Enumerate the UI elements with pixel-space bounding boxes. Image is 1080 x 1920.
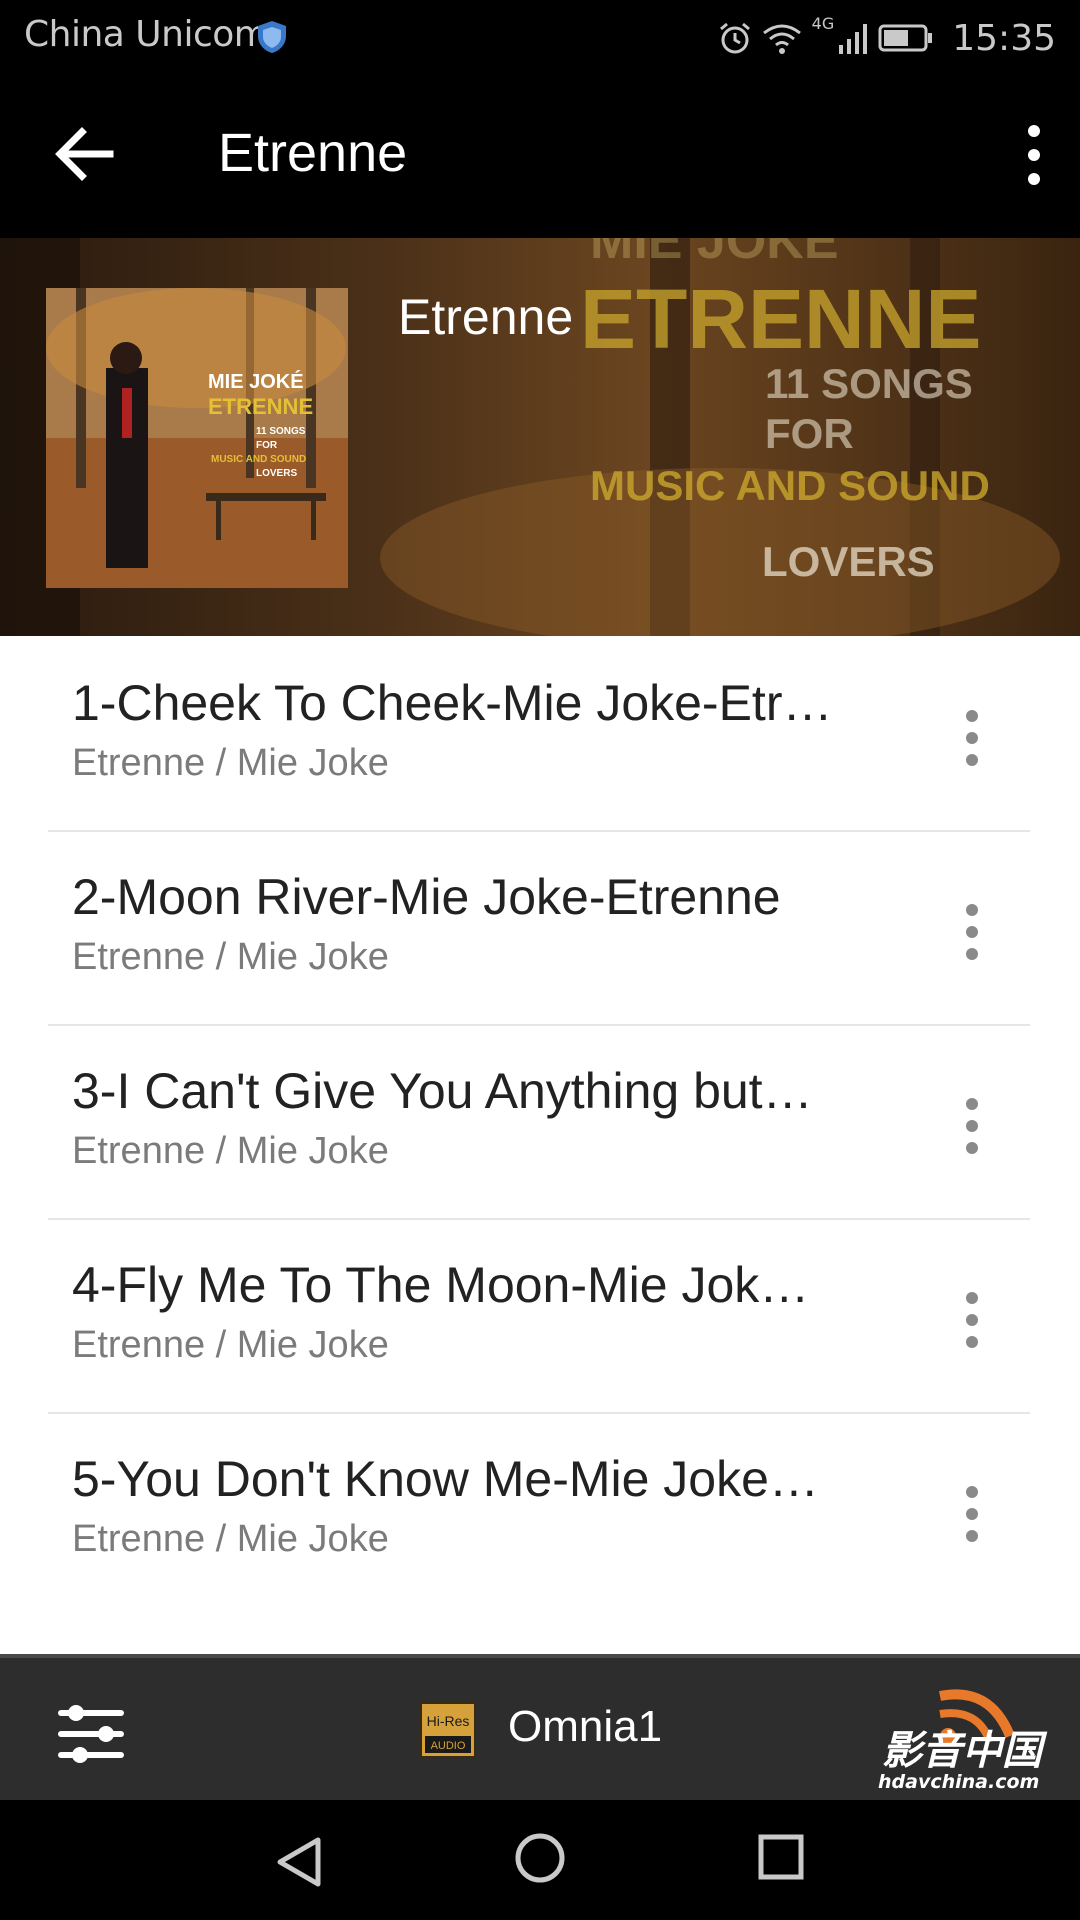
track-item[interactable]: 3-I Can't Give You Anything but… Etrenne… [0, 1024, 1080, 1218]
cover-line1: 11 SONGS [256, 426, 306, 437]
status-time: 15:35 [952, 17, 1056, 59]
equalizer-icon[interactable] [58, 1700, 124, 1768]
status-icons: 4G 15:35 [718, 14, 1056, 62]
more-vertical-icon[interactable] [952, 1094, 992, 1158]
player-bar: Hi-Res AUDIO Omnia1 影音中国 hdavchina.com [0, 1654, 1080, 1800]
track-title: 5-You Don't Know Me-Mie Joke… [72, 1451, 819, 1507]
track-item[interactable]: 4-Fly Me To The Moon-Mie Jok… Etrenne / … [0, 1218, 1080, 1412]
navigation-bar [0, 1800, 1080, 1920]
bg-text-top: MIE JOKE [590, 238, 839, 270]
app-bar: Etrenne [0, 76, 1080, 238]
track-list: 1-Cheek To Cheek-Mie Joke-Etr… Etrenne /… [0, 636, 1080, 1654]
alarm-icon [719, 22, 750, 54]
page-title: Etrenne [218, 123, 408, 183]
bg-text-album: ETRENNE [580, 272, 981, 366]
hires-badge-text: Hi-Res [427, 1713, 470, 1729]
wifi-icon [762, 24, 801, 54]
cover-line3: MUSIC AND SOUND [211, 454, 306, 465]
track-subtitle: Etrenne / Mie Joke [72, 1130, 389, 1172]
bg-text-line3: MUSIC AND SOUND [590, 462, 990, 509]
track-subtitle: Etrenne / Mie Joke [72, 1518, 389, 1560]
nav-recents-icon[interactable] [758, 1834, 804, 1880]
bg-text-line4: LOVERS [762, 538, 935, 585]
hires-audio-icon: Hi-Res AUDIO [420, 1702, 476, 1758]
carrier-name: China Unicom [24, 14, 269, 55]
track-item[interactable]: 1-Cheek To Cheek-Mie Joke-Etr… Etrenne /… [0, 636, 1080, 830]
nav-back-icon[interactable] [272, 1834, 326, 1890]
cover-line2: FOR [256, 440, 278, 451]
track-subtitle: Etrenne / Mie Joke [72, 742, 389, 784]
album-title: Etrenne [398, 289, 574, 345]
signal-icon [839, 24, 868, 54]
device-name[interactable]: Omnia1 [508, 1702, 662, 1752]
cover-artist: MIE JOKÉ [208, 370, 304, 393]
track-item[interactable]: 5-You Don't Know Me-Mie Joke… Etrenne / … [0, 1412, 1080, 1606]
album-header: MIE JOKE ETRENNE 11 SONGS FOR MUSIC AND … [0, 238, 1080, 636]
nav-home-icon[interactable] [514, 1832, 566, 1884]
watermark-url: hdavchina.com [878, 1771, 1039, 1793]
track-title: 2-Moon River-Mie Joke-Etrenne [72, 869, 781, 925]
cover-album: ETRENNE [208, 394, 313, 419]
more-vertical-icon[interactable] [1014, 122, 1054, 188]
hires-badge-audio: AUDIO [431, 1740, 466, 1752]
track-title: 3-I Can't Give You Anything but… [72, 1063, 813, 1119]
track-title: 1-Cheek To Cheek-Mie Joke-Etr… [72, 675, 833, 731]
shield-icon [258, 21, 286, 53]
watermark-cn: 影音中国 [882, 1728, 1048, 1774]
watermark-logo: 影音中国 hdavchina.com [878, 1689, 1048, 1793]
track-title: 4-Fly Me To The Moon-Mie Jok… [72, 1257, 810, 1313]
track-subtitle: Etrenne / Mie Joke [72, 936, 389, 978]
more-vertical-icon[interactable] [952, 1482, 992, 1546]
track-subtitle: Etrenne / Mie Joke [72, 1324, 389, 1366]
more-vertical-icon[interactable] [952, 1288, 992, 1352]
more-vertical-icon[interactable] [952, 900, 992, 964]
more-vertical-icon[interactable] [952, 706, 992, 770]
album-cover: MIE JOKÉ ETRENNE 11 SONGS FOR MUSIC AND … [46, 288, 348, 588]
battery-icon [878, 24, 933, 52]
bg-text-line2: FOR [765, 410, 854, 457]
track-item[interactable]: 2-Moon River-Mie Joke-Etrenne Etrenne / … [0, 830, 1080, 1024]
network-type: 4G [811, 14, 835, 33]
arrow-left-icon[interactable] [52, 124, 122, 184]
cover-line4: LOVERS [256, 468, 297, 479]
status-bar: China Unicom 4G 15:35 [0, 0, 1080, 76]
bg-text-line1: 11 SONGS [765, 360, 973, 407]
